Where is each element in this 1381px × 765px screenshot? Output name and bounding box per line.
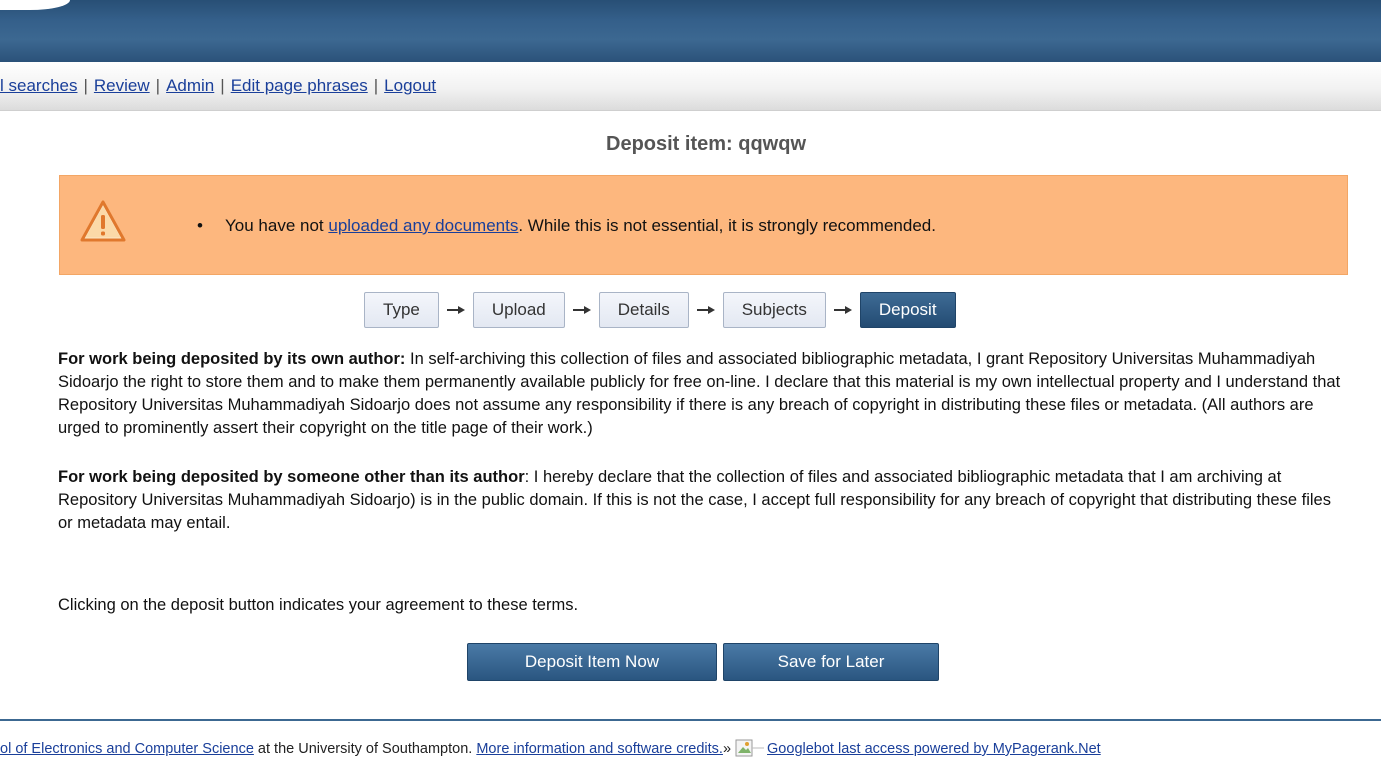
- warning-text-after: . While this is not essential, it is str…: [518, 216, 936, 235]
- right-arrow-icon: [439, 292, 473, 328]
- page-title: Deposit item: qqwqw: [606, 133, 806, 155]
- menu-links: l searches | Review | Admin | Edit page phrase…: [0, 76, 436, 96]
- menu-bar: l searches | Review | Admin | Edit page phrase…: [0, 62, 1381, 111]
- step-upload[interactable]: Upload: [472, 292, 565, 328]
- menu-separator: |: [155, 76, 161, 95]
- upload-documents-link[interactable]: uploaded any documents: [328, 216, 518, 235]
- footer-school-link[interactable]: ol of Electronics and Computer Science: [0, 741, 254, 757]
- footer: ol of Electronics and Computer Science a…: [0, 739, 1101, 757]
- bullet: •: [197, 216, 203, 235]
- terms-agreement: Clicking on the deposit button indicates…: [58, 596, 579, 614]
- workflow-steps: Type Upload Details Subjects Deposit: [364, 292, 956, 328]
- googlebot-link[interactable]: Googlebot last access powered by MyPager…: [767, 741, 1101, 757]
- warning-text-before: You have not: [225, 216, 329, 235]
- warning-message: • You have not uploaded any documents. Wh…: [197, 216, 936, 236]
- terms-own-author: For work being deposited by its own auth…: [58, 348, 1348, 440]
- step-subjects[interactable]: Subjects: [722, 292, 826, 328]
- menu-separator: |: [220, 76, 225, 95]
- broken-image-icon: [735, 739, 765, 757]
- step-type[interactable]: Type: [364, 292, 439, 328]
- menu-link-review[interactable]: Review: [94, 76, 150, 95]
- deposit-item-now-button[interactable]: Deposit Item Now: [467, 643, 717, 681]
- right-arrow-icon: [689, 292, 723, 328]
- footer-text: at the University of Southampton.: [253, 741, 477, 757]
- footer-arrow: »: [722, 741, 732, 757]
- menu-link-saved-searches[interactable]: l searches: [0, 76, 77, 95]
- warning-box: • You have not uploaded any documents. Wh…: [59, 175, 1348, 275]
- right-arrow-icon: [565, 292, 599, 328]
- footer-credits-link[interactable]: More information and software credits.: [476, 741, 723, 757]
- save-for-later-button[interactable]: Save for Later: [723, 643, 939, 681]
- terms-other-author: For work being deposited by someone othe…: [58, 466, 1348, 535]
- menu-link-logout[interactable]: Logout: [384, 76, 436, 95]
- menu-separator: |: [83, 76, 88, 95]
- terms-own-author-heading: For work being deposited by its own auth…: [58, 350, 406, 368]
- menu-link-admin[interactable]: Admin: [166, 76, 214, 95]
- step-details[interactable]: Details: [598, 292, 689, 328]
- terms-other-author-heading: For work being deposited by someone othe…: [58, 468, 525, 486]
- footer-divider: [0, 719, 1381, 721]
- menu-separator: |: [373, 76, 379, 95]
- step-deposit[interactable]: Deposit: [859, 292, 956, 328]
- menu-link-edit-page-phrases[interactable]: Edit page phrases: [231, 76, 368, 95]
- right-arrow-icon: [826, 292, 860, 328]
- warning-triangle-icon: [79, 199, 127, 248]
- header-corner: [0, 0, 70, 10]
- header-banner: [0, 0, 1381, 62]
